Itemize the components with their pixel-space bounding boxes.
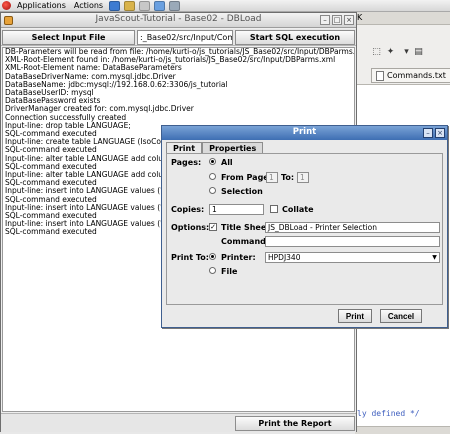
select-input-file-button[interactable]: Select Input File bbox=[2, 30, 135, 45]
copies-label: Copies: bbox=[171, 205, 205, 214]
from-page-label: From Page: bbox=[221, 173, 272, 182]
input-file-path-field[interactable]: :_Base02/src/Input/Commands.txt bbox=[137, 30, 233, 45]
printer-radio[interactable] bbox=[209, 253, 216, 260]
main-bottom-bar: Print the Report bbox=[1, 413, 356, 432]
ide-title-fragment: K bbox=[357, 13, 363, 22]
close-icon[interactable]: × bbox=[344, 15, 354, 25]
mail-launcher-icon[interactable] bbox=[124, 0, 136, 11]
print-button[interactable]: Print bbox=[338, 309, 372, 323]
print-dialog-titlebar[interactable]: Print – × bbox=[162, 126, 447, 140]
minimize-icon[interactable]: – bbox=[320, 15, 330, 25]
to-page-label: To: bbox=[281, 173, 295, 182]
file-radio[interactable] bbox=[209, 267, 216, 274]
applications-menu[interactable]: Applications bbox=[15, 1, 68, 10]
selection-radio[interactable] bbox=[209, 187, 216, 194]
dialog-minimize-icon[interactable]: – bbox=[423, 128, 433, 138]
printer-label: Printer: bbox=[221, 253, 256, 262]
maximize-icon[interactable]: □ bbox=[332, 15, 342, 25]
ide-toolbar: ⬚ ✦ ▾ ▤ bbox=[355, 47, 450, 61]
main-toolbar: Select Input File :_Base02/src/Input/Com… bbox=[1, 29, 356, 46]
chevron-down-icon[interactable]: ▼ bbox=[430, 253, 439, 262]
print-options-panel: Pages: All From Page: 1 To: 1 Selection … bbox=[166, 153, 443, 305]
ide-status-bar bbox=[355, 426, 450, 434]
title-sheet-checkbox[interactable]: ✓ bbox=[209, 223, 217, 231]
all-pages-radio[interactable] bbox=[209, 158, 216, 165]
options-label: Options: bbox=[171, 223, 210, 232]
all-pages-label: All bbox=[221, 158, 233, 167]
printer-select[interactable]: HPDJ340 ▼ bbox=[265, 252, 440, 263]
pages-label: Pages: bbox=[171, 158, 202, 167]
collate-checkbox[interactable] bbox=[270, 205, 278, 213]
window-titlebar[interactable]: JavaScout-Tutorial - Base02 - DBLoad – □… bbox=[1, 13, 356, 28]
dialog-close-icon[interactable]: × bbox=[435, 128, 445, 138]
from-page-field[interactable]: 1 bbox=[266, 172, 278, 183]
select-tool-icon[interactable]: ⬚ bbox=[371, 47, 382, 58]
run-tool-icon[interactable]: ✦ bbox=[385, 47, 396, 58]
collate-label: Collate bbox=[282, 205, 314, 214]
cancel-button[interactable]: Cancel bbox=[380, 309, 422, 323]
desktop-top-panel: Applications Actions bbox=[0, 0, 450, 12]
ide-titlebar: K bbox=[355, 12, 450, 25]
printer-select-value: HPDJ340 bbox=[268, 253, 301, 262]
commands-field[interactable] bbox=[265, 236, 440, 247]
print-dialog-title: Print bbox=[292, 127, 317, 137]
toolbar-icon[interactable]: ▤ bbox=[413, 47, 424, 58]
copies-field[interactable]: 1 bbox=[209, 204, 264, 215]
ide-tab-label: Commands.txt bbox=[387, 71, 446, 80]
editor-launcher-icon[interactable] bbox=[139, 0, 151, 11]
actions-menu[interactable]: Actions bbox=[72, 1, 105, 10]
to-page-field[interactable]: 1 bbox=[297, 172, 309, 183]
page-range-radio[interactable] bbox=[209, 173, 216, 180]
gnome-foot-icon[interactable] bbox=[2, 1, 11, 10]
browser-launcher-icon[interactable] bbox=[109, 0, 121, 11]
terminal-launcher-icon[interactable] bbox=[169, 0, 181, 11]
run-dropdown-icon[interactable]: ▾ bbox=[401, 47, 412, 58]
start-sql-execution-button[interactable]: Start SQL execution bbox=[235, 30, 355, 45]
ide-tab-commands[interactable]: Commands.txt bbox=[371, 68, 450, 83]
file-label: File bbox=[221, 267, 238, 276]
code-comment: ly defined */ bbox=[357, 409, 420, 418]
print-to-label: Print To: bbox=[171, 253, 209, 262]
title-sheet-field[interactable]: JS_DBLoad - Printer Selection bbox=[265, 222, 440, 233]
print-report-button[interactable]: Print the Report bbox=[235, 416, 355, 431]
window-title: JavaScout-Tutorial - Base02 - DBLoad bbox=[95, 14, 262, 24]
selection-label: Selection bbox=[221, 187, 263, 196]
text-file-icon bbox=[376, 70, 384, 81]
print-dialog: Print – × Print Properties Pages: All Fr… bbox=[161, 125, 448, 328]
office-launcher-icon[interactable] bbox=[154, 0, 166, 11]
